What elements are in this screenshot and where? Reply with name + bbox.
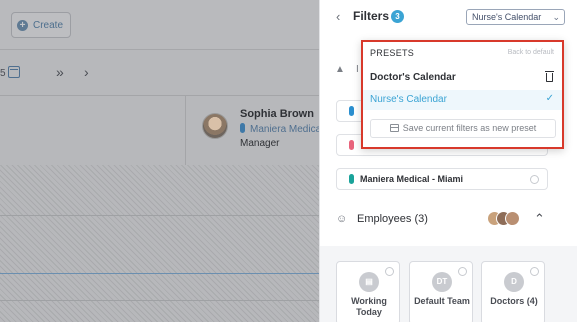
team-card-doctors[interactable]: D Doctors (4) bbox=[481, 261, 545, 322]
avatar bbox=[202, 113, 228, 139]
preset-label: Nurse's Calendar bbox=[370, 94, 447, 105]
chevron-down-icon: ⌄ bbox=[552, 12, 560, 22]
check-icon: ✓ bbox=[545, 93, 554, 104]
clipboard-icon: ▤ bbox=[359, 272, 379, 292]
people-icon: ☺ bbox=[336, 213, 348, 225]
preset-item-nurses-calendar[interactable]: Nurse's Calendar ✓ bbox=[363, 90, 562, 110]
team-initials: D bbox=[504, 272, 524, 292]
column-divider bbox=[185, 95, 186, 165]
calendar-icon[interactable] bbox=[8, 66, 20, 78]
create-button-label: Create bbox=[33, 19, 64, 31]
location-color-pill bbox=[240, 123, 245, 133]
location-label: Maniera Medical - Miami bbox=[360, 174, 464, 184]
team-radio[interactable] bbox=[385, 267, 394, 276]
preset-label: Doctor's Calendar bbox=[370, 72, 456, 83]
team-initials: DT bbox=[432, 272, 452, 292]
divider bbox=[0, 95, 320, 96]
save-preset-button[interactable]: Save current filters as new preset bbox=[370, 119, 556, 138]
presets-title: PRESETS bbox=[370, 48, 415, 58]
location-filter-item[interactable]: Maniera Medical - Miami bbox=[336, 168, 548, 190]
preset-item-doctors-calendar[interactable]: Doctor's Calendar bbox=[363, 68, 562, 88]
calendar-toolbar: + Create bbox=[0, 0, 320, 50]
location-color-pill bbox=[349, 140, 354, 150]
team-card-default-team[interactable]: DT Default Team bbox=[409, 261, 473, 322]
preset-select-value: Nurse's Calendar bbox=[472, 12, 542, 22]
save-preset-label: Save current filters as new preset bbox=[402, 123, 537, 133]
filters-title: Filters bbox=[353, 9, 390, 23]
create-button[interactable]: + Create bbox=[11, 12, 71, 38]
team-radio[interactable] bbox=[530, 267, 539, 276]
plus-icon: + bbox=[17, 19, 28, 31]
avatar bbox=[505, 211, 520, 226]
date-navigation: 5 » › bbox=[0, 62, 320, 90]
trash-icon[interactable] bbox=[545, 71, 554, 82]
team-radio[interactable] bbox=[458, 267, 467, 276]
chevron-left-icon[interactable]: ‹ bbox=[336, 9, 340, 24]
employee-role: Manager bbox=[240, 138, 280, 149]
employee-name: Sophia Brown bbox=[240, 108, 314, 120]
unavailable-area bbox=[0, 165, 320, 322]
team-name: Doctors (4) bbox=[490, 296, 538, 306]
date-number: 5 bbox=[0, 68, 6, 79]
location-color-pill bbox=[349, 106, 354, 116]
presets-dropdown: PRESETS Back to default Doctor's Calenda… bbox=[361, 40, 564, 149]
section-label-partial: I bbox=[356, 64, 359, 75]
employee-avatar-stack bbox=[487, 211, 527, 229]
location-color-pill bbox=[349, 174, 354, 184]
filters-header: ‹ Filters 3 Nurse's Calendar ⌄ bbox=[320, 0, 577, 34]
fast-forward-icon[interactable]: » bbox=[56, 64, 64, 80]
team-card-working-today[interactable]: ▤ Working Today bbox=[336, 261, 400, 322]
warning-icon: ▲ bbox=[335, 64, 345, 75]
team-cards-area: ▤ Working Today DT Default Team D Doctor… bbox=[320, 246, 577, 322]
row-divider bbox=[0, 300, 320, 301]
current-time-line bbox=[0, 273, 320, 274]
row-divider bbox=[0, 215, 320, 216]
team-name: Default Team bbox=[414, 296, 470, 306]
employee-location: Maniera Medica bbox=[240, 123, 320, 135]
next-icon[interactable]: › bbox=[84, 64, 89, 80]
calendar-background: + Create 5 » › Sophia Brown Maniera Medi… bbox=[0, 0, 320, 322]
team-name: Working Today bbox=[351, 296, 387, 317]
employees-section-header[interactable]: ☺ Employees (3) ⌃ bbox=[320, 206, 577, 236]
filter-count-badge: 3 bbox=[391, 10, 404, 23]
employees-label: Employees (3) bbox=[357, 213, 428, 225]
preset-select[interactable]: Nurse's Calendar ⌄ bbox=[466, 9, 565, 25]
back-to-default-link[interactable]: Back to default bbox=[508, 49, 554, 56]
calendar-plus-icon bbox=[389, 124, 399, 132]
chevron-up-icon[interactable]: ⌃ bbox=[534, 211, 545, 227]
location-radio[interactable] bbox=[530, 175, 539, 184]
